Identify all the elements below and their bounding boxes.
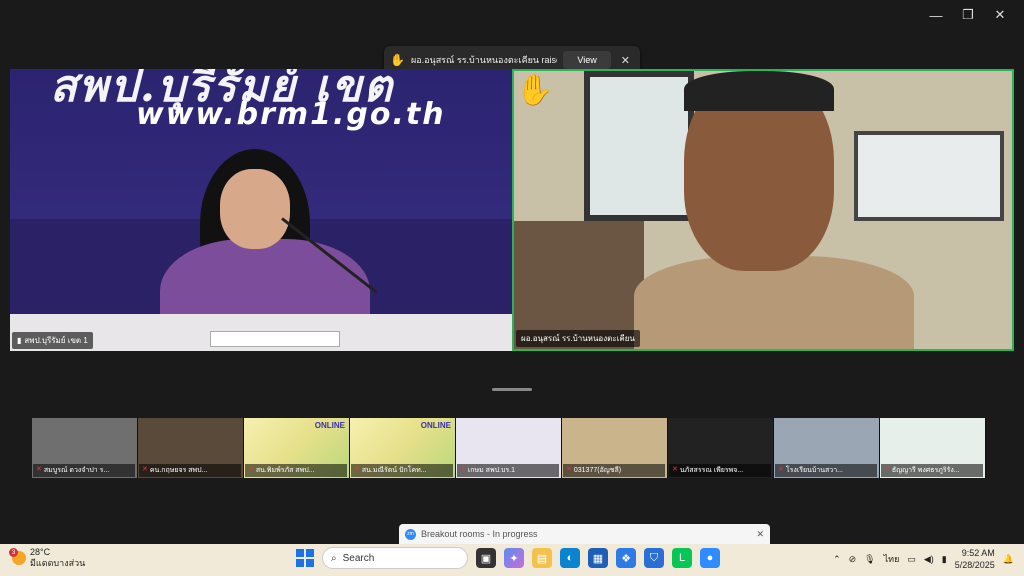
participant-label: ✕ สมบูรณ์ ดวงจำปา ร... bbox=[33, 464, 135, 477]
battery-icon[interactable]: ▮ bbox=[942, 554, 947, 565]
muted-mic-icon: ✕ bbox=[460, 466, 466, 473]
participant-label: ✕ สน.มณีรัตน์ ปักโคท... bbox=[351, 464, 453, 477]
search-placeholder: Search bbox=[342, 552, 375, 564]
window-controls: — ❐ ✕ bbox=[920, 4, 1016, 26]
participant-thumbnail[interactable]: ✕ โรงเรียนบ้านสวา... bbox=[774, 418, 880, 478]
accessibility-icon[interactable]: ⊘ bbox=[849, 554, 857, 565]
raised-hand-icon: ✋ bbox=[516, 74, 554, 107]
muted-mic-icon: ✕ bbox=[884, 466, 890, 473]
participant-thumbnail[interactable]: ✕ ธัญญารี พงศธรภูริรัง... bbox=[880, 418, 986, 478]
participant-thumbnail[interactable]: ✕ สมบูรณ์ ดวงจำปา ร... bbox=[32, 418, 138, 478]
search-box[interactable]: ⌕ Search bbox=[322, 547, 468, 569]
video-tile-left[interactable]: สพป.บุรีรัมย์ เขต www.brm1.go.th ▮ สพป.บ… bbox=[10, 69, 512, 351]
file-explorer-icon[interactable]: ▤ bbox=[532, 548, 552, 568]
start-icon[interactable] bbox=[296, 549, 314, 567]
banner-url: www.brm1.go.th bbox=[136, 97, 446, 132]
minimize-button[interactable]: — bbox=[920, 4, 952, 26]
task-view-icon[interactable]: ▣ bbox=[476, 548, 496, 568]
participant-name: นภัสสรรณ เพียรพจ... bbox=[679, 467, 744, 474]
store-icon[interactable]: ▦ bbox=[588, 548, 608, 568]
dropbox-icon[interactable]: ❖ bbox=[616, 548, 636, 568]
notification-close-icon[interactable]: ✕ bbox=[617, 54, 634, 67]
video-tile-right[interactable]: ✋ ผอ.อนุสรณ์ รร.บ้านหนองตะเคียน bbox=[512, 69, 1014, 351]
nameplate bbox=[210, 331, 340, 347]
weather-icon: 3 bbox=[9, 548, 26, 565]
participant-name: 031377(อัญชลี) bbox=[573, 467, 622, 474]
participant-name-label: ผอ.อนุสรณ์ รร.บ้านหนองตะเคียน bbox=[516, 330, 640, 347]
clock-time: 9:52 AM bbox=[961, 548, 995, 558]
muted-mic-icon: ✕ bbox=[566, 466, 572, 473]
line-icon[interactable]: L bbox=[672, 548, 692, 568]
breakout-rooms-bar[interactable]: zm Breakout rooms - In progress ✕ bbox=[399, 524, 770, 544]
network-icon[interactable]: ▭ bbox=[907, 554, 916, 565]
edge-icon[interactable]: ◐ bbox=[560, 548, 580, 568]
participant-name: สน.มณีรัตน์ ปักโคท... bbox=[361, 467, 427, 474]
muted-mic-icon: ✕ bbox=[36, 466, 42, 473]
participant-name: คน.กฤษยจร สพป... bbox=[149, 467, 208, 474]
resize-handle[interactable] bbox=[492, 388, 532, 391]
microphone-icon[interactable]: 🎙 bbox=[864, 554, 875, 565]
participant-thumbnail[interactable]: ✕ 031377(อัญชลี) bbox=[562, 418, 668, 478]
muted-mic-icon: ✕ bbox=[672, 466, 678, 473]
clock-date: 5/28/2025 bbox=[954, 560, 995, 570]
slide-text: ONLINE bbox=[314, 421, 345, 430]
participant-thumbnail[interactable]: ONLINE ✕ สน.มณีรัตน์ ปักโคท... bbox=[350, 418, 456, 478]
chevron-up-icon[interactable]: ⌃ bbox=[833, 554, 841, 565]
participant-name-label: ▮ สพป.บุรีรัมย์ เขต 1 bbox=[12, 332, 93, 349]
weather-desc: มีแดดบางส่วน bbox=[30, 558, 86, 568]
participant-name: ผอ.อนุสรณ์ รร.บ้านหนองตะเคียน bbox=[521, 334, 635, 343]
notification-badge: 3 bbox=[9, 548, 18, 557]
search-icon: ⌕ bbox=[331, 552, 337, 564]
muted-mic-icon: ✕ bbox=[142, 466, 148, 473]
clock[interactable]: 9:52 AM 5/28/2025 bbox=[955, 547, 995, 571]
participant-label: ✕ เกษม สพป.บร.1 bbox=[457, 464, 559, 477]
close-window-button[interactable]: ✕ bbox=[984, 4, 1016, 26]
participant-label: ✕ 031377(อัญชลี) bbox=[563, 464, 665, 477]
volume-icon[interactable]: ◀) bbox=[924, 554, 934, 565]
zoom-taskbar-icon[interactable]: ● bbox=[700, 548, 720, 568]
view-button[interactable]: View bbox=[563, 51, 611, 69]
weather-widget[interactable]: 3 28°C มีแดดบางส่วน bbox=[9, 547, 86, 569]
participant-label: ✕ ธัญญารี พงศธรภูริรัง... bbox=[881, 464, 983, 477]
slide-text: ONLINE bbox=[420, 421, 451, 430]
participant-name: สน.พิมพ์รภัส สพป... bbox=[255, 467, 315, 474]
copilot-icon[interactable]: ✦ bbox=[504, 548, 524, 568]
defender-icon[interactable]: ⛉ bbox=[644, 548, 664, 568]
participant-name: สพป.บุรีรัมย์ เขต 1 bbox=[24, 336, 88, 345]
taskbar-apps: ⌕ Search ▣ ✦ ▤ ◐ ▦ ❖ ⛉ L ● bbox=[296, 547, 720, 569]
participant-name: ธัญญารี พงศธรภูริรัง... bbox=[891, 467, 960, 474]
participant-name: เกษม สพป.บร.1 bbox=[467, 467, 515, 474]
participant-thumbnail[interactable]: ✕ เกษม สพป.บร.1 bbox=[456, 418, 562, 478]
participant-label: ✕ โรงเรียนบ้านสวา... bbox=[775, 464, 877, 477]
participant-thumbnail[interactable]: ✕ นภัสสรรณ เพียรพจ... bbox=[668, 418, 774, 478]
participant-label: ✕ นภัสสรรณ เพียรพจ... bbox=[669, 464, 771, 477]
pin-icon: ▮ bbox=[17, 336, 22, 345]
weather-temp: 28°C bbox=[30, 547, 51, 557]
participant-image bbox=[634, 71, 914, 349]
participant-label: ✕ สน.พิมพ์รภัส สพป... bbox=[245, 464, 347, 477]
system-tray: ⌃ ⊘ 🎙 ไทย ▭ ◀) ▮ 9:52 AM 5/28/2025 🔔 bbox=[833, 547, 1014, 571]
raised-hand-icon: ✋ bbox=[390, 53, 405, 67]
zoom-meeting-window: — ❐ ✕ ✋ ผอ.อนุสรณ์ รร.บ้านหนองตะเคียน ra… bbox=[0, 0, 1024, 544]
notification-bell-icon[interactable]: 🔔 bbox=[1003, 554, 1014, 565]
muted-mic-icon: ✕ bbox=[248, 466, 254, 473]
participant-thumbnail[interactable]: ✕ คน.กฤษยจร สพป... bbox=[138, 418, 244, 478]
zoom-icon: zm bbox=[405, 528, 416, 540]
maximize-button[interactable]: ❐ bbox=[952, 4, 984, 26]
gallery-strip: ✕ สมบูรณ์ ดวงจำปา ร... ✕ คน.กฤษยจร สพป... ON… bbox=[32, 418, 992, 478]
participant-name: โรงเรียนบ้านสวา... bbox=[785, 467, 843, 474]
windows-taskbar: 3 28°C มีแดดบางส่วน ⌕ Search ▣ ✦ ▤ ◐ ▦ ❖… bbox=[0, 544, 1024, 576]
breakout-text: Breakout rooms - In progress bbox=[421, 529, 538, 539]
muted-mic-icon: ✕ bbox=[778, 466, 784, 473]
breakout-close-icon[interactable]: ✕ bbox=[756, 529, 764, 540]
participant-label: ✕ คน.กฤษยจร สพป... bbox=[139, 464, 241, 477]
participant-thumbnail[interactable]: ONLINE ✕ สน.พิมพ์รภัส สพป... bbox=[244, 418, 350, 478]
muted-mic-icon: ✕ bbox=[354, 466, 360, 473]
participant-name: สมบูรณ์ ดวงจำปา ร... bbox=[43, 467, 110, 474]
notification-text: ผอ.อนุสรณ์ รร.บ้านหนองตะเคียน raised han… bbox=[410, 55, 557, 65]
language-indicator[interactable]: ไทย bbox=[884, 552, 900, 566]
